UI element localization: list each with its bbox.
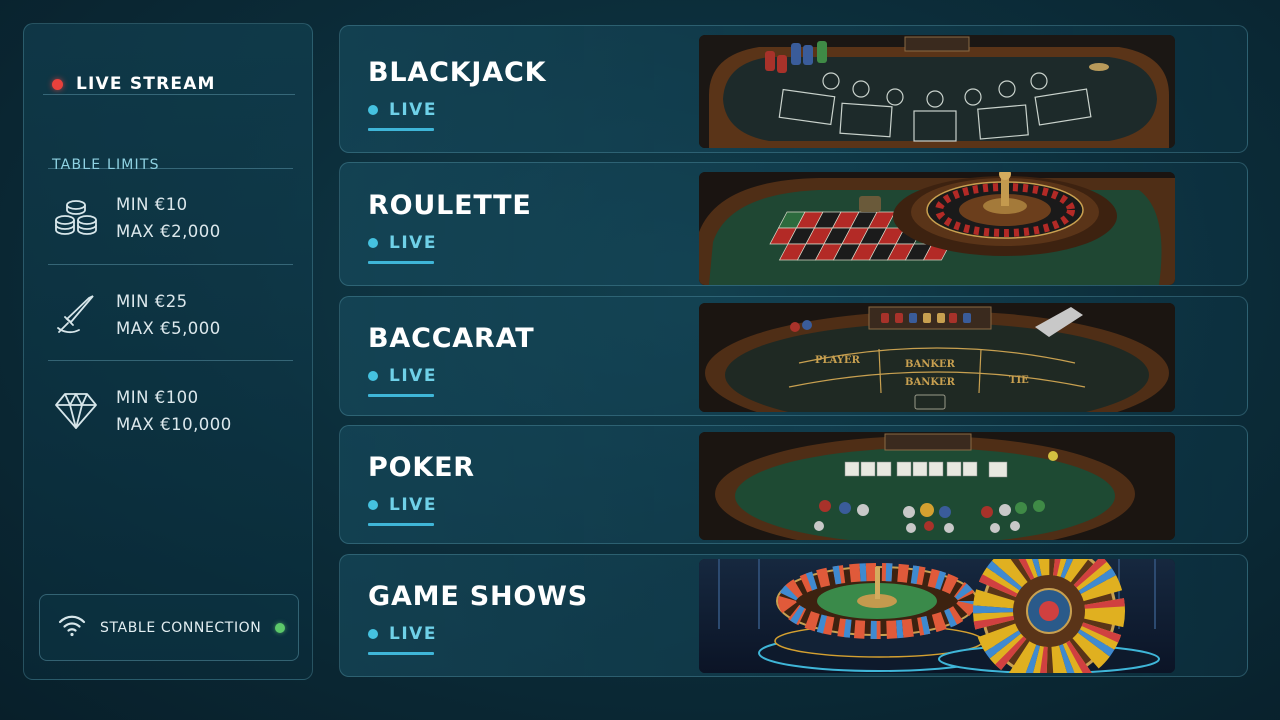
- limit-row-low[interactable]: MIN €10 MAX €2,000: [52, 186, 292, 250]
- connection-status: STABLE CONNECTION: [39, 594, 299, 661]
- status-dot-icon: [368, 238, 378, 248]
- status-label: LIVE: [389, 624, 437, 644]
- limit-max: MAX €2,000: [116, 222, 221, 241]
- game-card-roulette[interactable]: ROULETTE LIVE: [339, 162, 1248, 286]
- sidebar: LIVE STREAM TABLE LIMITS MIN €10 MAX €2,…: [23, 23, 313, 680]
- game-title: BACCARAT: [368, 323, 535, 354]
- connection-label: STABLE CONNECTION: [100, 619, 262, 636]
- status-dot-icon: [368, 371, 378, 381]
- poker-table-thumbnail[interactable]: [699, 432, 1175, 540]
- game-card-blackjack[interactable]: BLACKJACK LIVE: [339, 25, 1248, 153]
- live-status: LIVE: [368, 624, 437, 644]
- divider: [48, 360, 293, 361]
- table-limits-title: TABLE LIMITS: [52, 157, 160, 173]
- divider: [48, 168, 293, 169]
- limit-min: MIN €25: [116, 292, 188, 311]
- baccarat-label-banker-top: BANKER: [905, 359, 956, 370]
- status-dot-icon: [368, 105, 378, 115]
- status-underline: [368, 394, 434, 397]
- chips-stack-icon: [52, 194, 100, 242]
- wifi-icon: [57, 614, 87, 642]
- live-status: LIVE: [368, 495, 437, 515]
- status-dot-icon: [368, 500, 378, 510]
- status-underline: [368, 652, 434, 655]
- game-title: ROULETTE: [368, 190, 532, 221]
- game-card-baccarat[interactable]: BACCARAT LIVE PLAYER BANKER BANKER TIE: [339, 296, 1248, 416]
- game-card-poker[interactable]: POKER LIVE: [339, 425, 1248, 544]
- live-stream-label: LIVE STREAM: [76, 74, 216, 94]
- status-underline: [368, 523, 434, 526]
- baccarat-table-thumbnail[interactable]: PLAYER BANKER BANKER TIE: [699, 303, 1175, 412]
- status-underline: [368, 261, 434, 264]
- game-title: GAME SHOWS: [368, 581, 588, 612]
- status-dot-icon: [368, 629, 378, 639]
- blackjack-table-thumbnail[interactable]: [699, 35, 1175, 148]
- baccarat-label-tie: TIE: [1009, 375, 1029, 386]
- status-label: LIVE: [389, 495, 437, 515]
- live-dot-icon: [52, 78, 63, 90]
- status-label: LIVE: [389, 233, 437, 253]
- live-status: LIVE: [368, 100, 437, 120]
- baccarat-label-player: PLAYER: [815, 355, 861, 366]
- limit-max: MAX €5,000: [116, 319, 221, 338]
- divider: [43, 94, 295, 95]
- limit-min: MIN €10: [116, 195, 188, 214]
- baccarat-label-banker-bottom: BANKER: [905, 377, 956, 388]
- sword-icon: [52, 291, 100, 339]
- live-status: LIVE: [368, 366, 437, 386]
- limit-max: MAX €10,000: [116, 415, 232, 434]
- game-shows-thumbnail[interactable]: [699, 559, 1175, 673]
- roulette-table-thumbnail[interactable]: [699, 172, 1175, 285]
- live-status: LIVE: [368, 233, 437, 253]
- status-label: LIVE: [389, 100, 437, 120]
- status-underline: [368, 128, 434, 131]
- status-label: LIVE: [389, 366, 437, 386]
- limit-min: MIN €100: [116, 388, 199, 407]
- diamond-icon: [52, 387, 100, 435]
- game-title: POKER: [368, 452, 475, 483]
- live-stream-indicator: LIVE STREAM: [52, 74, 216, 94]
- game-title: BLACKJACK: [368, 57, 547, 88]
- connection-dot-icon: [275, 622, 286, 633]
- limit-row-mid[interactable]: MIN €25 MAX €5,000: [52, 283, 292, 347]
- game-card-game-shows[interactable]: GAME SHOWS LIVE: [339, 554, 1248, 677]
- divider: [48, 264, 293, 265]
- limit-row-high[interactable]: MIN €100 MAX €10,000: [52, 379, 292, 443]
